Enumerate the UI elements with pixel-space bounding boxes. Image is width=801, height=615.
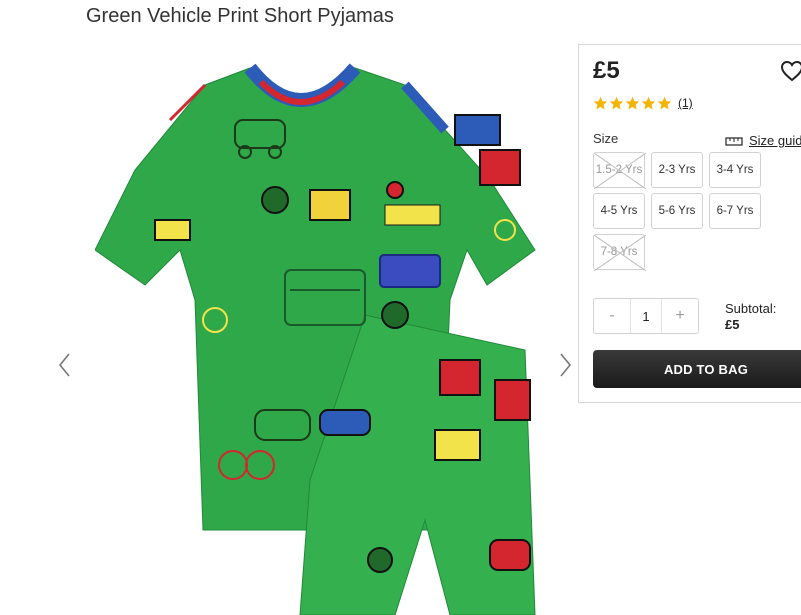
- size-guide-link[interactable]: Size guide: [725, 133, 801, 148]
- subtotal-amount: £5: [725, 317, 740, 332]
- star-icon: [641, 96, 656, 109]
- star-icon: [593, 96, 608, 109]
- review-count-link[interactable]: (1): [678, 96, 693, 110]
- product-gallery: [55, 45, 580, 615]
- unavailable-cross-icon: [594, 235, 646, 271]
- decrease-quantity-button[interactable]: -: [594, 299, 630, 333]
- subtotal-label: Subtotal:: [725, 301, 777, 316]
- price: £5: [593, 57, 620, 84]
- purchase-panel: £5 (1) Size Size guide 1.5-2 Yrs 2-3 Yrs…: [578, 44, 801, 403]
- size-option-2-3-yrs[interactable]: 2-3 Yrs: [651, 152, 703, 188]
- size-option-7-8-yrs[interactable]: 7-8 Yrs: [593, 234, 646, 271]
- ruler-icon: [725, 136, 743, 146]
- star-icon: [657, 96, 672, 109]
- chevron-left-icon[interactable]: [55, 350, 75, 380]
- unavailable-cross-icon: [594, 153, 646, 189]
- chevron-right-icon[interactable]: [555, 350, 575, 380]
- size-label: Size: [593, 131, 619, 146]
- quantity-stepper: - 1 +: [593, 298, 699, 334]
- size-option-1-5-2-yrs[interactable]: 1.5-2 Yrs: [593, 152, 646, 189]
- star-icon: [609, 96, 624, 109]
- size-options: 1.5-2 Yrs 2-3 Yrs 3-4 Yrs 4-5 Yrs 5-6 Yr…: [593, 152, 801, 275]
- size-guide-label: Size guide: [749, 133, 801, 148]
- add-to-bag-button[interactable]: ADD TO BAG: [593, 350, 801, 388]
- size-option-6-7-yrs[interactable]: 6-7 Yrs: [709, 193, 761, 229]
- product-title: Green Vehicle Print Short Pyjamas: [86, 5, 394, 27]
- star-icon: [625, 96, 640, 109]
- increase-quantity-button[interactable]: +: [662, 299, 698, 333]
- size-option-5-6-yrs[interactable]: 5-6 Yrs: [651, 193, 703, 229]
- heart-icon[interactable]: [780, 60, 801, 82]
- rating-stars: (1): [593, 95, 693, 111]
- size-option-3-4-yrs[interactable]: 3-4 Yrs: [709, 152, 761, 188]
- quantity-input[interactable]: 1: [630, 299, 662, 333]
- product-image: [95, 63, 536, 615]
- subtotal: Subtotal: £5: [725, 301, 776, 333]
- size-option-4-5-yrs[interactable]: 4-5 Yrs: [593, 193, 645, 229]
